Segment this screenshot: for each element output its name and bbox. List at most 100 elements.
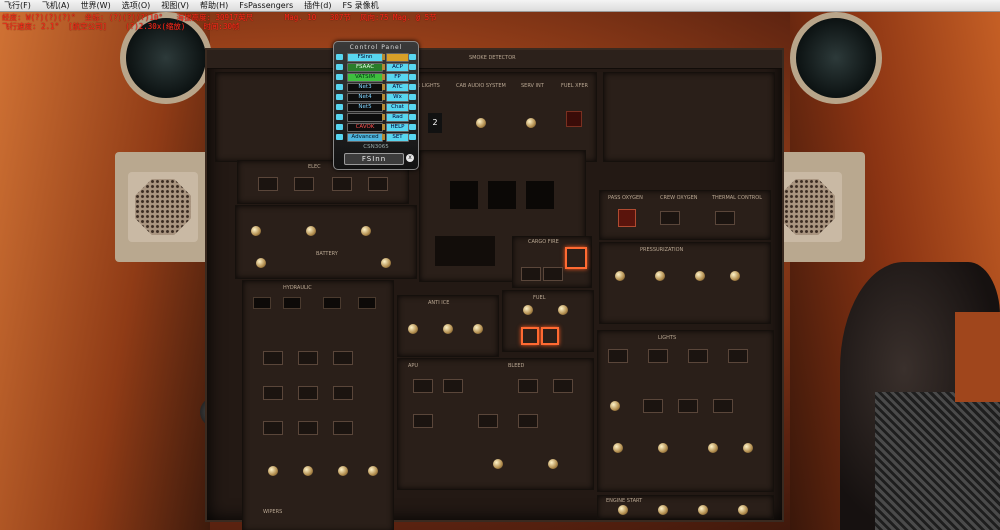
hyd-button-8[interactable] (298, 421, 318, 435)
menu-item-0[interactable]: 飞行(F) (0, 0, 38, 11)
pressure-knob-4[interactable] (730, 271, 740, 281)
hyd-switch-2[interactable] (283, 297, 301, 309)
hyd-knob-2[interactable] (303, 466, 313, 476)
light-knob-1[interactable] (610, 401, 620, 411)
menu-item-7[interactable]: 插件(d) (300, 0, 338, 11)
apu-switch-1[interactable] (413, 379, 433, 393)
cargo-fire-switch-1[interactable] (521, 267, 541, 281)
light-switch-3[interactable] (688, 349, 708, 363)
hyd-button-1[interactable] (263, 351, 283, 365)
battery-knob-2[interactable] (306, 226, 316, 236)
menu-item-8[interactable]: FS 录像机 (339, 0, 386, 11)
bleed-knob-2[interactable] (548, 459, 558, 469)
menu-item-4[interactable]: 视图(V) (157, 0, 196, 11)
cargo-fire-switch-2[interactable] (543, 267, 563, 281)
light-switch-6[interactable] (678, 399, 698, 413)
fuel-knob-1[interactable] (523, 305, 533, 315)
hyd-switch-4[interactable] (358, 297, 376, 309)
elec-switch-2[interactable] (294, 177, 314, 191)
engine-start-knob-4[interactable] (738, 505, 748, 515)
pressure-knob-2[interactable] (655, 271, 665, 281)
menu-item-6[interactable]: FsPassengers (235, 0, 300, 11)
function-button[interactable]: SET (386, 133, 409, 142)
bleed-knob-1[interactable] (493, 459, 503, 469)
hyd-button-2[interactable] (298, 351, 318, 365)
hyd-button-9[interactable] (333, 421, 353, 435)
network-button[interactable]: FSinn (347, 53, 383, 62)
hyd-button-4[interactable] (263, 386, 283, 400)
fuel-warning-light-2[interactable] (541, 327, 559, 345)
hyd-knob-4[interactable] (368, 466, 378, 476)
pass-oxygen-button[interactable] (618, 209, 636, 227)
serv-int-knob[interactable] (526, 118, 536, 128)
pressure-knob-3[interactable] (695, 271, 705, 281)
battery-knob-1[interactable] (251, 226, 261, 236)
menu-item-1[interactable]: 飞机(A) (38, 0, 77, 11)
light-switch-4[interactable] (728, 349, 748, 363)
elec-switch-4[interactable] (368, 177, 388, 191)
anti-ice-knob-2[interactable] (443, 324, 453, 334)
light-switch-2[interactable] (648, 349, 668, 363)
network-button[interactable]: CAVOK (347, 123, 383, 132)
anti-ice-knob-1[interactable] (408, 324, 418, 334)
menu-item-3[interactable]: 选项(O) (118, 0, 158, 11)
anti-ice-knob-3[interactable] (473, 324, 483, 334)
function-button[interactable]: ACP (386, 63, 409, 72)
network-button[interactable]: Net5 (347, 103, 383, 112)
hyd-button-6[interactable] (333, 386, 353, 400)
light-switch-5[interactable] (643, 399, 663, 413)
hyd-switch-3[interactable] (323, 297, 341, 309)
hyd-button-5[interactable] (298, 386, 318, 400)
fuel-knob-2[interactable] (558, 305, 568, 315)
light-knob-3[interactable] (658, 443, 668, 453)
control-panel-window[interactable]: Control Panel FSinn FSAAC ACP VATSIM FP Net3 A… (333, 41, 419, 170)
bleed-switch-1[interactable] (518, 379, 538, 393)
function-button[interactable] (386, 53, 409, 62)
function-button[interactable]: FP (386, 73, 409, 82)
close-icon[interactable]: x (406, 154, 414, 162)
fuel-xfer-button[interactable] (566, 111, 582, 127)
network-button[interactable]: Net3 (347, 83, 383, 92)
elec-switch-3[interactable] (332, 177, 352, 191)
menu-item-5[interactable]: 帮助(H) (196, 0, 235, 11)
thermal-switch[interactable] (715, 211, 735, 225)
battery-knob-3[interactable] (361, 226, 371, 236)
hyd-switch-1[interactable] (253, 297, 271, 309)
bleed-switch-3[interactable] (478, 414, 498, 428)
crew-oxygen-switch[interactable] (660, 211, 680, 225)
light-knob-4[interactable] (708, 443, 718, 453)
engine-start-knob-2[interactable] (658, 505, 668, 515)
hyd-knob-3[interactable] (338, 466, 348, 476)
network-button[interactable]: Advanced (347, 133, 383, 142)
standby-knob[interactable] (256, 258, 266, 268)
function-button[interactable]: HELP (386, 123, 409, 132)
light-knob-5[interactable] (743, 443, 753, 453)
menu-item-2[interactable]: 世界(W) (77, 0, 118, 11)
light-switch-7[interactable] (713, 399, 733, 413)
bleed-switch-2[interactable] (553, 379, 573, 393)
engine-start-knob-3[interactable] (698, 505, 708, 515)
cab-audio-knob[interactable] (476, 118, 486, 128)
function-button[interactable]: Chat (386, 103, 409, 112)
function-button[interactable]: Rad (386, 113, 409, 122)
hyd-knob-1[interactable] (268, 466, 278, 476)
light-knob-2[interactable] (613, 443, 623, 453)
fuel-warning-light-1[interactable] (521, 327, 539, 345)
cockpit-view[interactable]: SMOKE DETECTOR EMER LIGHTS CAB AUDIO SYS… (0, 12, 1000, 530)
elec-switch-1[interactable] (258, 177, 278, 191)
network-button[interactable]: VATSIM (347, 73, 383, 82)
apu-switch-2[interactable] (443, 379, 463, 393)
network-button[interactable] (347, 113, 383, 122)
light-switch-1[interactable] (608, 349, 628, 363)
bleed-switch-4[interactable] (518, 414, 538, 428)
network-button[interactable]: FSAAC (347, 63, 383, 72)
hyd-button-3[interactable] (333, 351, 353, 365)
hyd-button-7[interactable] (263, 421, 283, 435)
engine-start-knob-1[interactable] (618, 505, 628, 515)
pressure-knob-1[interactable] (615, 271, 625, 281)
apu-switch-3[interactable] (413, 414, 433, 428)
cargo-fire-light[interactable] (565, 247, 587, 269)
function-button[interactable]: ATC (386, 83, 409, 92)
network-button[interactable]: Net4 (347, 93, 383, 102)
function-button[interactable]: Wx (386, 93, 409, 102)
